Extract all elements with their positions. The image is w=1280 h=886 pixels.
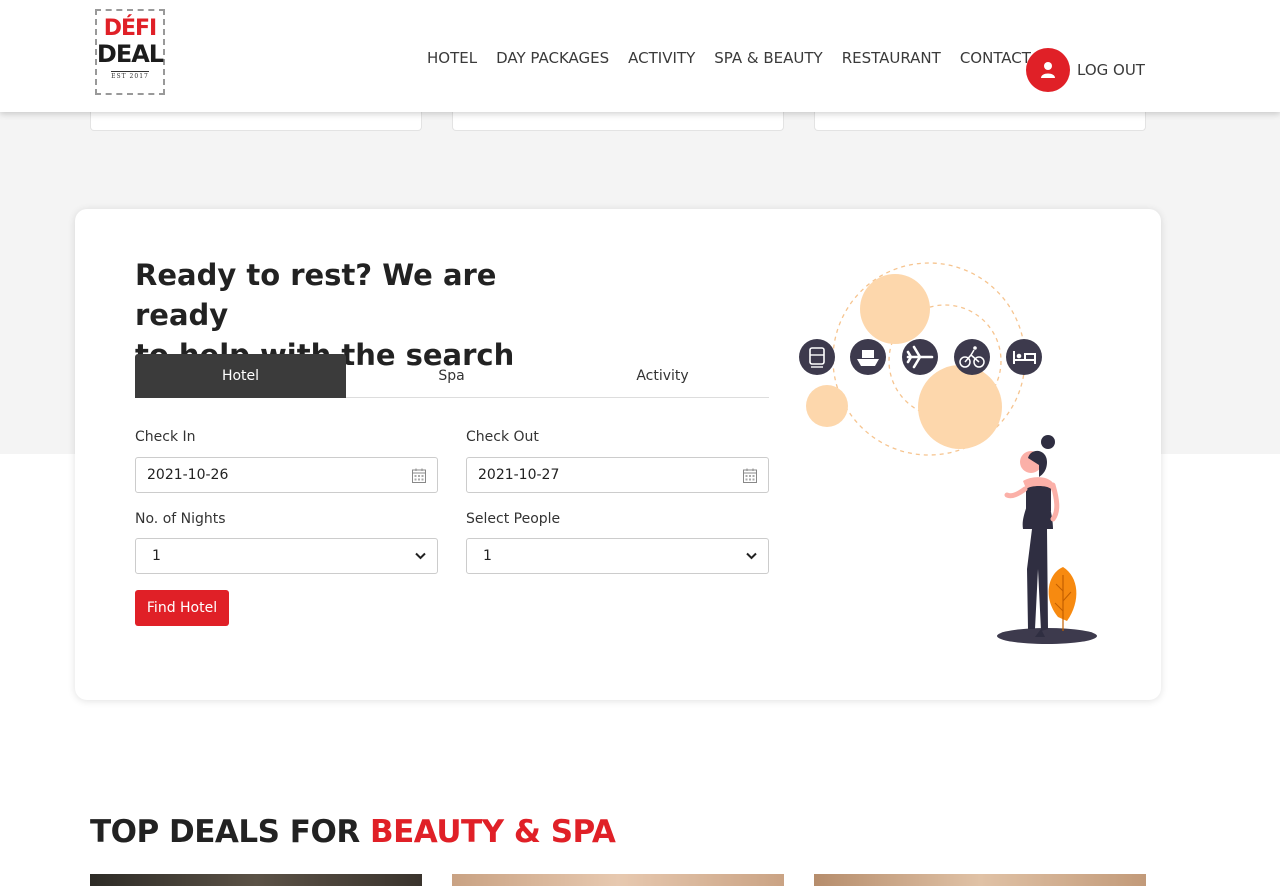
people-value: 1 bbox=[483, 548, 492, 564]
train-icon bbox=[799, 339, 835, 375]
travel-illustration bbox=[799, 262, 1097, 644]
chevron-down-icon[interactable] bbox=[415, 552, 426, 560]
bicycle-icon bbox=[954, 339, 990, 375]
nav-item-day-packages[interactable]: DAY PACKAGES bbox=[496, 49, 609, 67]
woman-figure bbox=[997, 435, 1097, 644]
brand-logo[interactable]: DÉFI DEAL EST 2017 bbox=[95, 9, 165, 95]
deal-thumbnail[interactable] bbox=[814, 874, 1146, 886]
logout-button[interactable]: LOG OUT bbox=[1026, 48, 1145, 92]
section-title-accent: BEAUTY & SPA bbox=[369, 814, 616, 850]
nav-item-activity[interactable]: ACTIVITY bbox=[628, 49, 695, 67]
logout-label[interactable]: LOG OUT bbox=[1077, 61, 1145, 79]
site-header: DÉFI DEAL EST 2017 HOTEL DAY PACKAGES AC… bbox=[0, 0, 1280, 112]
people-label: Select People bbox=[466, 511, 561, 527]
nights-value: 1 bbox=[152, 548, 161, 564]
ship-icon bbox=[850, 339, 886, 375]
search-tabs: Hotel Spa Activity bbox=[135, 354, 769, 398]
section-title-beauty-spa: TOP DEALS FOR BEAUTY & SPA bbox=[90, 814, 616, 850]
deal-thumbnail[interactable] bbox=[90, 874, 422, 886]
logo-text-bottom: DEAL bbox=[96, 40, 164, 68]
nights-select[interactable]: 1 bbox=[135, 538, 438, 574]
tab-activity[interactable]: Activity bbox=[557, 354, 768, 398]
nights-label: No. of Nights bbox=[135, 511, 226, 527]
logo-est: EST 2017 bbox=[111, 71, 149, 80]
check-out-input[interactable]: 2021-10-27 bbox=[466, 457, 769, 493]
section-title-part1: TOP DEALS FOR bbox=[90, 814, 370, 850]
nav-item-spa-beauty[interactable]: SPA & BEAUTY bbox=[714, 49, 822, 67]
tab-spa[interactable]: Spa bbox=[346, 354, 557, 398]
tab-hotel[interactable]: Hotel bbox=[135, 354, 346, 398]
check-in-input[interactable]: 2021-10-26 bbox=[135, 457, 438, 493]
logo-text-top: DÉFI bbox=[103, 16, 158, 41]
check-in-label: Check In bbox=[135, 429, 196, 445]
user-icon[interactable] bbox=[1026, 48, 1070, 92]
bed-icon bbox=[1006, 339, 1042, 375]
hotel-search-card: Ready to rest? We are ready to help with… bbox=[75, 209, 1161, 700]
search-title-line1: Ready to rest? We are ready bbox=[135, 258, 497, 332]
main-nav: HOTEL DAY PACKAGES ACTIVITY SPA & BEAUTY… bbox=[427, 49, 1050, 67]
check-in-value: 2021-10-26 bbox=[147, 467, 229, 483]
check-out-label: Check Out bbox=[466, 429, 539, 445]
plane-icon bbox=[902, 339, 938, 375]
nav-item-restaurant[interactable]: RESTAURANT bbox=[842, 49, 941, 67]
find-hotel-button[interactable]: Find Hotel bbox=[135, 590, 229, 626]
chevron-down-icon[interactable] bbox=[746, 552, 757, 560]
calendar-icon[interactable] bbox=[743, 468, 757, 483]
deal-thumbnail[interactable] bbox=[452, 874, 784, 886]
nav-item-hotel[interactable]: HOTEL bbox=[427, 49, 477, 67]
people-select[interactable]: 1 bbox=[466, 538, 769, 574]
nav-item-contact[interactable]: CONTACT bbox=[960, 49, 1031, 67]
check-out-value: 2021-10-27 bbox=[478, 467, 560, 483]
calendar-icon[interactable] bbox=[412, 468, 426, 483]
